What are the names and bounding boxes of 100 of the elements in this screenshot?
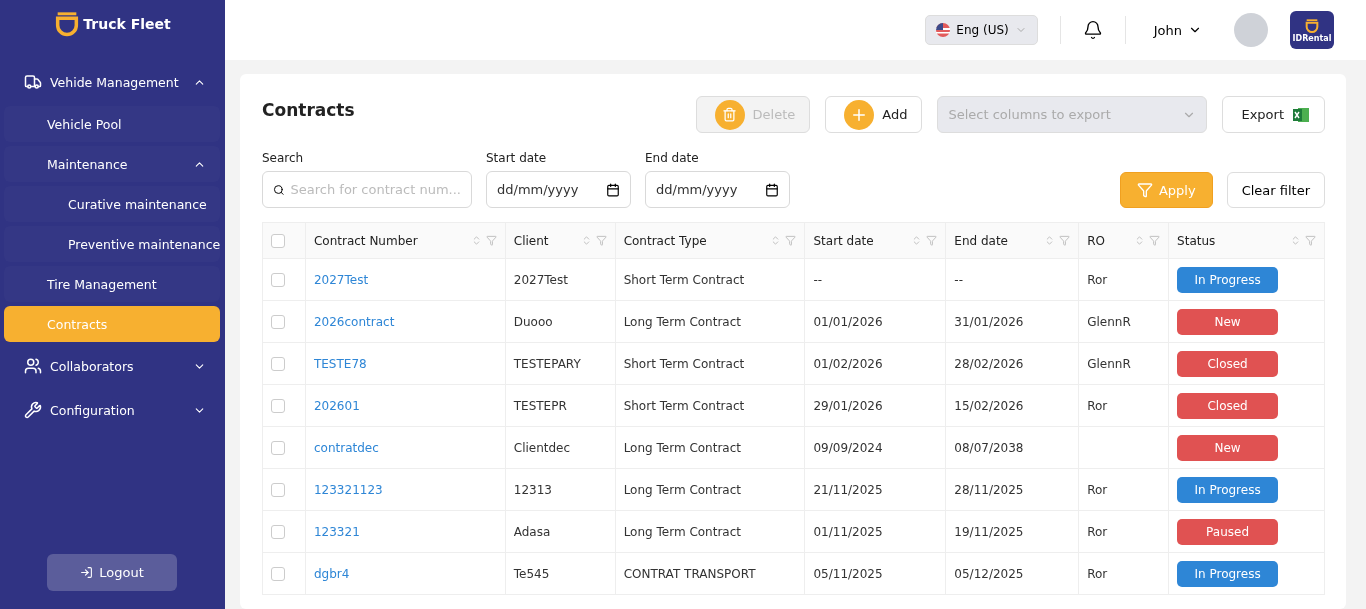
table-cell: Ror bbox=[1087, 398, 1108, 413]
contract-link[interactable]: contratdec bbox=[313, 440, 379, 455]
table-cell: Adasa bbox=[513, 524, 551, 539]
app-logo[interactable]: IDRental bbox=[1290, 11, 1334, 49]
people-icon bbox=[24, 357, 42, 375]
table-cell: 08/07/2038 bbox=[954, 440, 1024, 455]
sidebar-item[interactable]: Curative maintenance bbox=[4, 186, 220, 222]
sidebar-item[interactable]: Vehicle Pool bbox=[4, 106, 220, 142]
table-cell: 01/11/2025 bbox=[813, 524, 883, 539]
sidebar-item[interactable]: Vehide Management bbox=[4, 62, 220, 102]
table-cell: TESTEPARY bbox=[513, 356, 581, 371]
column-header: Client bbox=[513, 233, 550, 248]
contract-link[interactable]: TESTE78 bbox=[313, 356, 367, 371]
sidebar-item[interactable]: Collaborators bbox=[4, 346, 220, 386]
contract-link[interactable]: 2026contract bbox=[313, 314, 395, 329]
notification-bell[interactable] bbox=[1082, 20, 1103, 40]
row-checkbox[interactable] bbox=[271, 356, 285, 371]
filter-icon[interactable] bbox=[485, 235, 497, 246]
row-checkbox[interactable] bbox=[271, 272, 285, 287]
table-cell: Ror bbox=[1087, 482, 1108, 497]
sidebar-item[interactable]: Configuration bbox=[4, 390, 220, 430]
start-date-label: Start date bbox=[486, 151, 548, 165]
avatar[interactable] bbox=[1234, 13, 1268, 47]
filter-icon[interactable] bbox=[1305, 235, 1316, 246]
table-cell: TESTEPR bbox=[513, 398, 567, 413]
table-cell: 05/11/2025 bbox=[813, 566, 883, 581]
contract-link[interactable]: 123321123 bbox=[313, 482, 383, 497]
contract-link[interactable]: 2027Test bbox=[313, 272, 369, 287]
calendar-icon bbox=[606, 182, 620, 197]
table-cell: GlennR bbox=[1087, 314, 1131, 329]
status-badge: New bbox=[1177, 434, 1279, 461]
filter-icon[interactable] bbox=[1149, 235, 1161, 246]
contract-link[interactable]: 123321 bbox=[313, 524, 360, 539]
calendar-icon bbox=[765, 182, 779, 197]
table-cell: 15/02/2026 bbox=[954, 398, 1024, 413]
user-menu[interactable]: John bbox=[1147, 21, 1208, 39]
column-header: Contract Type bbox=[623, 233, 708, 248]
contract-link[interactable]: 202601 bbox=[313, 398, 360, 413]
column-header: Status bbox=[1177, 233, 1217, 248]
filter-icon[interactable] bbox=[595, 235, 607, 246]
search-label: Search bbox=[262, 151, 305, 165]
page-title: Contracts bbox=[262, 100, 356, 120]
language-selector[interactable]: Eng (US) bbox=[925, 15, 1038, 45]
table-cell: 01/01/2026 bbox=[813, 314, 883, 329]
status-badge: Paused bbox=[1177, 518, 1279, 545]
table-cell: Short Term Contract bbox=[623, 398, 745, 413]
column-header: RO bbox=[1087, 233, 1106, 248]
row-checkbox[interactable] bbox=[271, 524, 285, 539]
table-cell: 2027Test bbox=[513, 272, 568, 287]
sidebar-item[interactable]: Preventive maintenance bbox=[4, 226, 220, 262]
table-cell: 28/02/2026 bbox=[954, 356, 1024, 371]
logo-icon bbox=[1304, 17, 1320, 34]
end-date-field[interactable]: dd/mm/yyyy bbox=[645, 171, 790, 208]
row-checkbox[interactable] bbox=[271, 398, 285, 413]
sidebar-item[interactable]: Tire Management bbox=[4, 266, 220, 302]
start-date-field[interactable]: dd/mm/yyyy bbox=[486, 171, 631, 208]
column-header: End date bbox=[954, 233, 1009, 248]
table-cell: Duooo bbox=[513, 314, 553, 329]
table-cell: 29/01/2026 bbox=[813, 398, 883, 413]
status-badge: Closed bbox=[1177, 392, 1279, 419]
end-date-label: End date bbox=[645, 151, 700, 165]
add-button[interactable]: Add bbox=[825, 96, 923, 133]
status-badge: In Progress bbox=[1177, 560, 1279, 587]
status-badge: New bbox=[1177, 308, 1279, 335]
table-cell: 31/01/2026 bbox=[954, 314, 1024, 329]
table-cell: 01/02/2026 bbox=[813, 356, 883, 371]
wrench-icon bbox=[24, 401, 42, 419]
logout-icon bbox=[80, 566, 94, 579]
table-cell: Ror bbox=[1087, 272, 1108, 287]
flag-icon bbox=[936, 23, 951, 37]
table-cell: CONTRAT TRANSPORT bbox=[623, 566, 756, 581]
clear-filter-button[interactable]: Clear filter bbox=[1226, 172, 1325, 208]
table-cell: Clientdec bbox=[513, 440, 571, 455]
sidebar-item[interactable]: Maintenance bbox=[4, 146, 220, 182]
column-header: Contract Number bbox=[313, 233, 419, 248]
filter-icon bbox=[1136, 182, 1153, 198]
trash-icon bbox=[714, 99, 745, 130]
table-cell: Long Term Contract bbox=[623, 524, 741, 539]
filter-icon[interactable] bbox=[926, 235, 938, 246]
status-badge: In Progress bbox=[1177, 476, 1279, 503]
row-checkbox[interactable] bbox=[271, 566, 285, 581]
filter-icon[interactable] bbox=[785, 235, 797, 246]
row-checkbox[interactable] bbox=[271, 314, 285, 329]
export-button[interactable]: Export bbox=[1222, 96, 1325, 133]
truck-icon bbox=[24, 73, 42, 91]
table-cell: 12313 bbox=[513, 482, 552, 497]
column-header: Start date bbox=[813, 233, 875, 248]
table-cell: Short Term Contract bbox=[623, 356, 745, 371]
sort-icon[interactable] bbox=[1290, 235, 1301, 246]
contract-link[interactable]: dgbr4 bbox=[313, 566, 350, 581]
select-all-checkbox[interactable] bbox=[271, 233, 285, 248]
table-cell: Long Term Contract bbox=[623, 314, 741, 329]
table-cell: 21/11/2025 bbox=[813, 482, 883, 497]
table-cell: 09/09/2024 bbox=[813, 440, 883, 455]
logout-button[interactable]: Logout bbox=[47, 554, 177, 591]
table-cell: GlennR bbox=[1087, 356, 1131, 371]
filter-icon[interactable] bbox=[1059, 235, 1071, 246]
status-badge: Closed bbox=[1177, 350, 1279, 377]
row-checkbox[interactable] bbox=[271, 482, 285, 497]
row-checkbox[interactable] bbox=[271, 440, 285, 455]
